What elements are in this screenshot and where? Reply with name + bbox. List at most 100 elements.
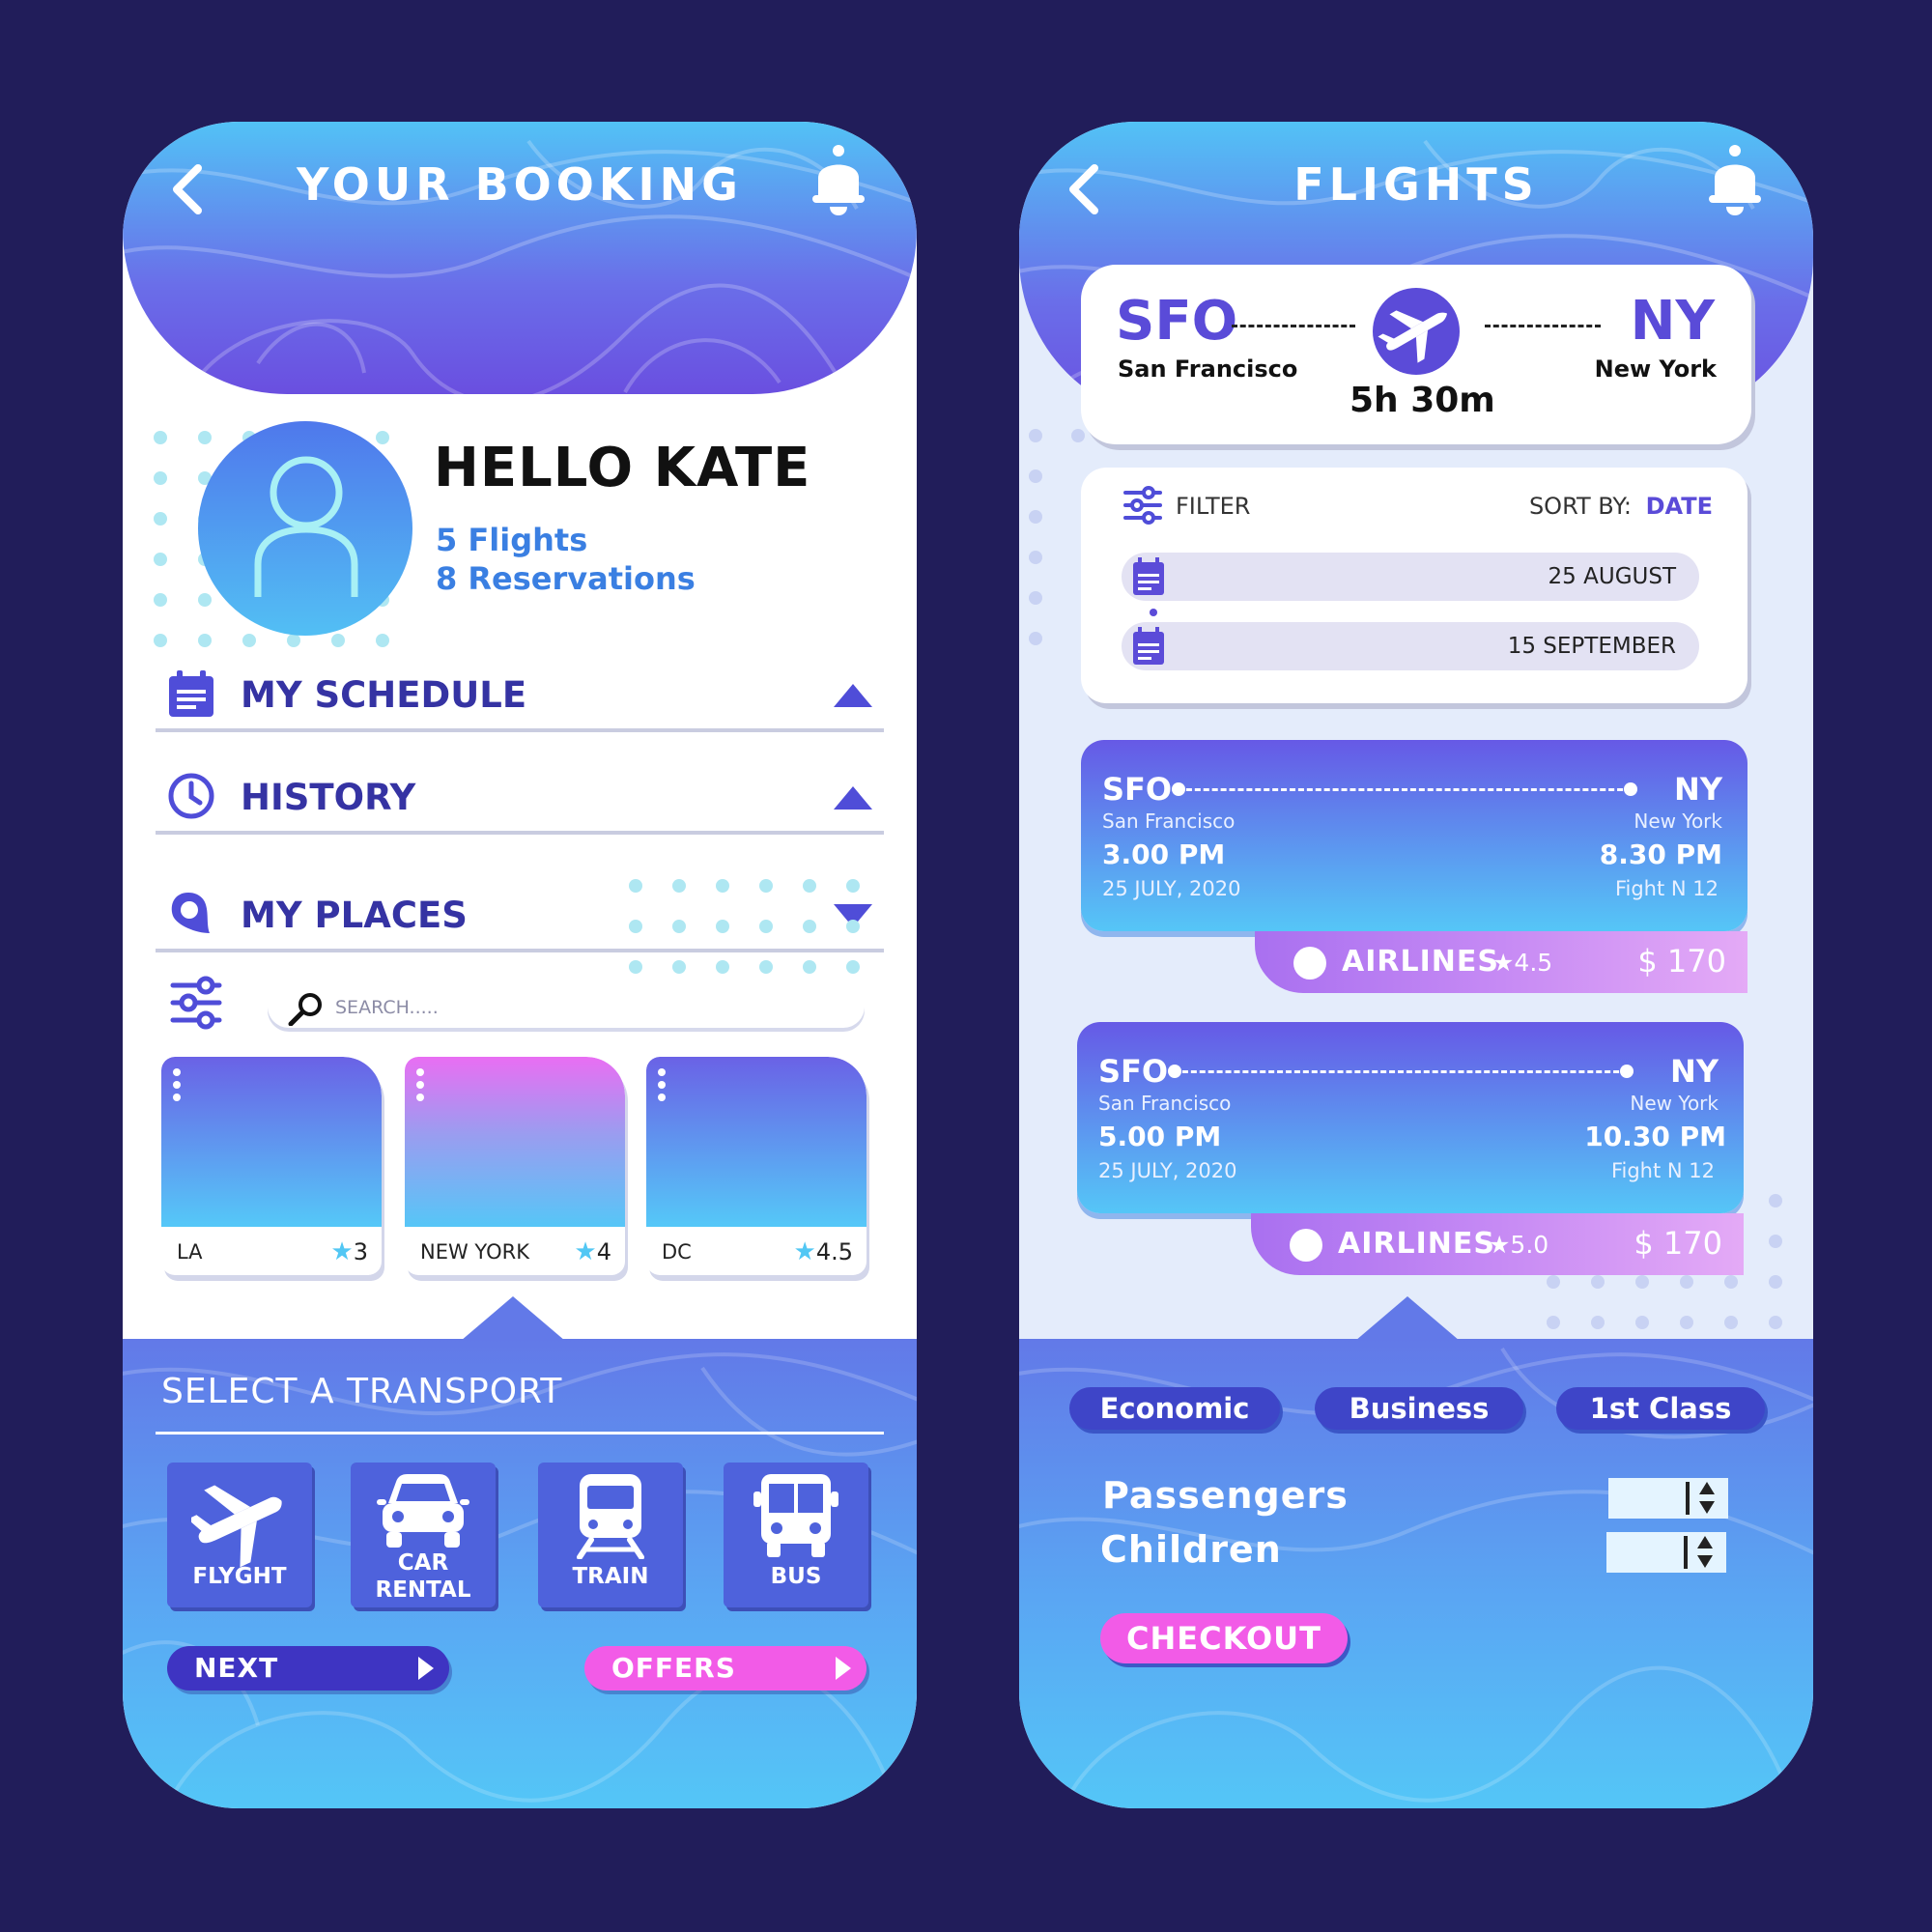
play-arrow-icon (836, 1657, 851, 1680)
transport-label: FLYGHT (192, 1564, 287, 1589)
chevron-up-icon[interactable] (834, 684, 872, 707)
page-title: FLIGHTS (1293, 158, 1539, 211)
bell-icon[interactable] (1705, 143, 1765, 218)
passengers-stepper[interactable] (1608, 1478, 1728, 1519)
car-icon (377, 1474, 469, 1548)
place-image (161, 1057, 382, 1227)
decrement-icon[interactable] (1699, 1501, 1715, 1514)
flight-details: SFO NY San Francisco New York 5.00 PM 10… (1077, 1022, 1744, 1213)
chevron-up-icon[interactable] (834, 786, 872, 810)
place-image (405, 1057, 625, 1227)
sort-value[interactable]: DATE (1646, 493, 1713, 520)
avatar[interactable] (198, 421, 412, 636)
place-card-new-york[interactable]: NEW YORK ★4 (405, 1057, 625, 1275)
decrement-icon[interactable] (1697, 1555, 1713, 1568)
airline-logo (1290, 1229, 1322, 1262)
transport-title: SELECT A TRANSPORT (161, 1372, 563, 1411)
plane-badge (1373, 288, 1460, 375)
transport-panel: SELECT A TRANSPORT FLYGHT CAR RENTAL TRA… (123, 1339, 917, 1808)
airline-strip: AIRLINES ★4.5 $ 170 (1255, 931, 1747, 993)
train-icon (577, 1474, 644, 1559)
flight-duration: 5h 30m (1350, 381, 1495, 420)
filter-label[interactable]: FILTER (1176, 493, 1250, 520)
star-icon: ★ (574, 1237, 597, 1266)
origin-city: San Francisco (1118, 355, 1298, 383)
place-rating: ★4 (574, 1237, 611, 1266)
children-stepper[interactable] (1606, 1532, 1726, 1573)
to-code: NY (1674, 771, 1722, 808)
date-to-field[interactable]: 15 SEPTEMBER (1122, 622, 1699, 670)
airplane-icon (191, 1485, 282, 1568)
transport-flight-button[interactable]: FLYGHT (167, 1463, 312, 1607)
date-from-field[interactable]: 25 AUGUST (1122, 553, 1699, 601)
airplane-icon (1378, 310, 1448, 363)
page-title: YOUR BOOKING (297, 158, 743, 211)
place-city: NEW YORK (420, 1240, 529, 1264)
section-history[interactable]: HISTORY (156, 765, 884, 835)
transport-car-rental-button[interactable]: CAR RENTAL (351, 1463, 496, 1607)
children-label: Children (1100, 1528, 1282, 1571)
date-from: 25 AUGUST (1548, 564, 1676, 589)
airline-logo (1293, 947, 1326, 980)
flight-date: 25 JULY, 2020 (1098, 1159, 1237, 1182)
more-options-icon[interactable] (173, 1068, 181, 1106)
more-options-icon[interactable] (416, 1068, 424, 1106)
greeting: HELLO KATE (434, 437, 811, 499)
flight-number: Fight N 12 (1610, 1159, 1715, 1182)
transport-label: BUS (770, 1564, 822, 1589)
calendar-icon (1133, 627, 1164, 665)
flights-count: 5 Flights (436, 522, 588, 558)
more-options-icon[interactable] (658, 1068, 666, 1106)
flight-number: Fight N 12 (1614, 877, 1719, 900)
flight-price: $ 170 (1637, 943, 1726, 980)
section-label: MY PLACES (241, 895, 468, 936)
class-first-button[interactable]: 1st Class (1556, 1387, 1765, 1430)
clock-icon (168, 773, 214, 819)
checkout-button[interactable]: CHECKOUT (1100, 1613, 1348, 1663)
route-dash (1485, 325, 1601, 327)
panel-notch (1355, 1296, 1460, 1341)
from-city: San Francisco (1102, 810, 1236, 833)
filter-sliders-icon[interactable] (169, 976, 223, 1030)
offers-button[interactable]: OFFERS (584, 1646, 867, 1690)
increment-icon[interactable] (1697, 1536, 1713, 1548)
arrival-time: 10.30 PM (1584, 1121, 1726, 1152)
airline-rating: ★5.0 (1489, 1231, 1549, 1259)
search-placeholder: SEARCH..... (335, 997, 439, 1018)
decor-dots (1547, 1194, 1813, 1356)
sort-label: SORT BY: (1528, 493, 1632, 520)
transport-label: TRAIN (572, 1564, 649, 1589)
offers-label: OFFERS (611, 1652, 736, 1684)
section-label: HISTORY (241, 777, 416, 818)
increment-icon[interactable] (1699, 1482, 1715, 1494)
route-dash (1232, 325, 1355, 327)
class-business-button[interactable]: Business (1315, 1387, 1523, 1430)
section-my-schedule[interactable]: MY SCHEDULE (156, 663, 884, 732)
place-card-dc[interactable]: DC ★4.5 (646, 1057, 867, 1275)
place-card-la[interactable]: LA ★3 (161, 1057, 382, 1275)
place-city: DC (662, 1240, 692, 1264)
airline-name: AIRLINES (1342, 945, 1499, 979)
class-economic-button[interactable]: Economic (1069, 1387, 1280, 1430)
from-city: San Francisco (1098, 1092, 1232, 1115)
place-rating: ★3 (330, 1237, 368, 1266)
search-input[interactable]: SEARCH..... (268, 985, 865, 1028)
calendar-icon (169, 670, 213, 717)
filter-sliders-icon[interactable] (1123, 485, 1162, 526)
flight-result-card[interactable]: SFO NY San Francisco New York 3.00 PM 8.… (1081, 740, 1747, 1001)
transport-train-button[interactable]: TRAIN (538, 1463, 683, 1607)
destination-city: New York (1594, 355, 1717, 383)
bus-icon (753, 1474, 838, 1557)
bell-icon[interactable] (809, 143, 868, 218)
next-label: NEXT (194, 1652, 279, 1684)
arrival-time: 8.30 PM (1599, 838, 1722, 870)
route-line (1172, 782, 1637, 796)
to-code: NY (1670, 1053, 1719, 1090)
place-rating: ★4.5 (793, 1237, 853, 1266)
transport-bus-button[interactable]: BUS (724, 1463, 868, 1607)
booking-screen: YOUR BOOKING HELLO KATE 5 Flights 8 Rese… (123, 122, 917, 1808)
next-button[interactable]: NEXT (167, 1646, 449, 1690)
to-city: New York (1634, 810, 1722, 833)
passengers-label: Passengers (1102, 1474, 1349, 1517)
route-summary-card: SFO San Francisco NY New York 5h 30m (1081, 265, 1751, 444)
